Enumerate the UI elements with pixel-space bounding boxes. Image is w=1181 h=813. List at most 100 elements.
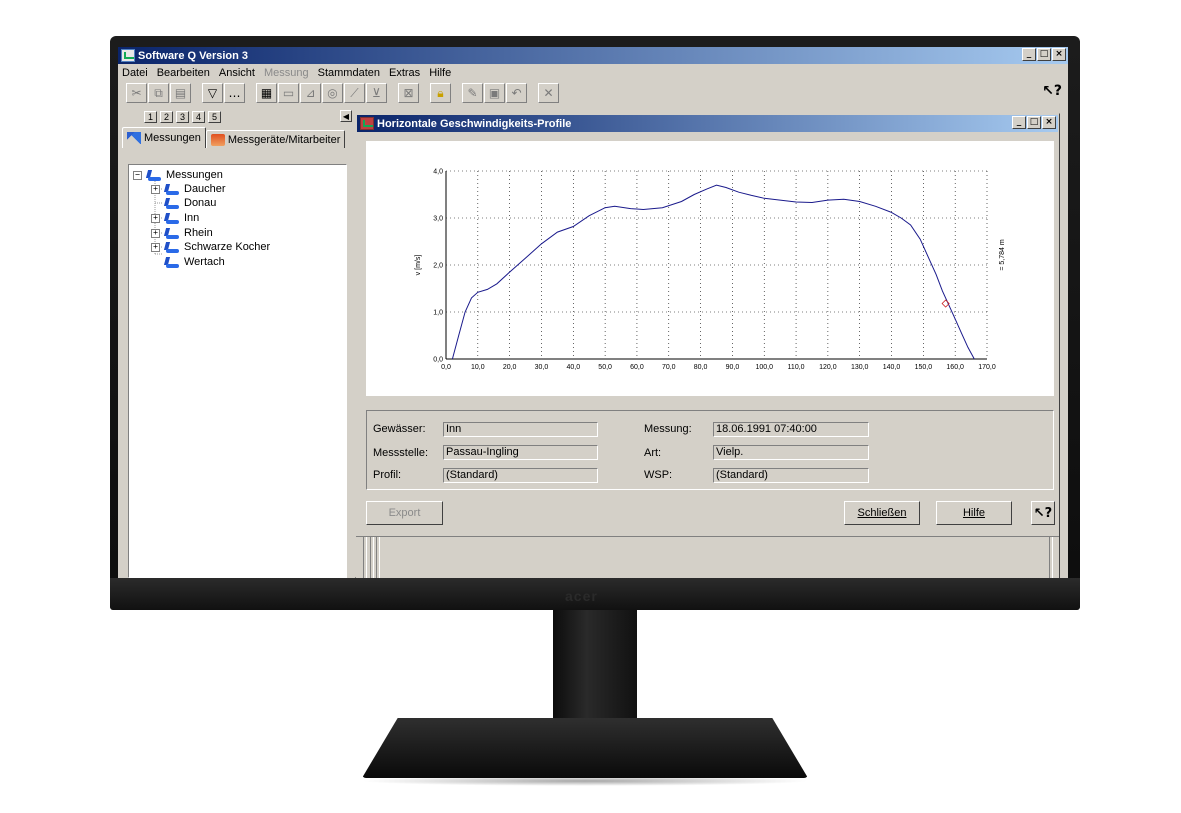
- devices-icon: [210, 133, 225, 146]
- x-tick-label: 150,0: [915, 364, 933, 371]
- graph-icon[interactable]: ⟋: [344, 83, 365, 103]
- menu-datei[interactable]: Datei: [122, 67, 148, 79]
- x-tick-label: 30,0: [535, 364, 549, 371]
- chart-svg: 0,0 10,0 20,0 30,0 40,0 50,0 60,0 70,0 80,0 90,0 1…: [415, 169, 1006, 372]
- width-label: = 5,784 m: [999, 239, 1006, 270]
- x-tick-label: 20,0: [503, 364, 517, 371]
- x-tick-label: 110,0: [788, 364, 805, 371]
- x-tick-label: 40,0: [566, 364, 580, 371]
- x-tick-label: 90,0: [726, 364, 740, 371]
- x-tick-label: 60,0: [630, 364, 644, 371]
- tab-messungen[interactable]: Messungen: [122, 127, 206, 148]
- collapse-icon[interactable]: −: [133, 170, 142, 180]
- more-icon[interactable]: …: [224, 83, 245, 103]
- edit-icon[interactable]: ✎: [462, 83, 483, 103]
- tree-root[interactable]: − Messungen: [133, 168, 223, 182]
- filter-icon[interactable]: ▽: [202, 83, 223, 103]
- x-tick-label: 80,0: [694, 364, 708, 371]
- app-titlebar[interactable]: Software Q Version 3 _ □ ×: [118, 47, 1068, 64]
- x-tick-label: 120,0: [819, 364, 837, 371]
- messung-field: 18.06.1991 07:40:00: [713, 422, 869, 437]
- help-button[interactable]: Hilfe: [936, 501, 1012, 525]
- num-tab-5[interactable]: 5: [208, 110, 221, 123]
- profile-window: Horizontale Geschwindigkeits-Profile _ □…: [355, 113, 1060, 578]
- art-label: Art:: [644, 447, 662, 459]
- whats-this-icon[interactable]: ↖?: [1042, 83, 1062, 99]
- save-icon[interactable]: ▣: [484, 83, 505, 103]
- document-icon[interactable]: ▦: [256, 83, 277, 103]
- y-tick-label: 1,0: [433, 310, 443, 317]
- menu-messung[interactable]: Messung: [264, 67, 309, 79]
- child-minimize-button[interactable]: _: [1012, 116, 1026, 129]
- river-icon: [164, 197, 180, 209]
- expand-icon[interactable]: +: [151, 228, 160, 238]
- copy-icon[interactable]: ⧉: [148, 83, 169, 103]
- app-window-buttons: _ □ ×: [1022, 48, 1066, 61]
- x-tick-label: 130,0: [851, 364, 869, 371]
- tree-item-inn[interactable]: + Inn: [151, 211, 199, 225]
- child-maximize-button[interactable]: □: [1027, 116, 1041, 129]
- y-tick-label: 3,0: [433, 216, 443, 223]
- gewaesser-field: Inn: [443, 422, 598, 437]
- expand-icon[interactable]: +: [151, 184, 160, 194]
- river-icon: [164, 183, 180, 195]
- x-tick-label: 0,0: [441, 364, 451, 371]
- lock-icon[interactable]: 🔒︎: [430, 83, 451, 103]
- scroll-left-icon[interactable]: ◀: [340, 110, 352, 122]
- profile-window-title: Horizontale Geschwindigkeits-Profile: [377, 117, 572, 130]
- menu-hilfe[interactable]: Hilfe: [429, 67, 451, 79]
- measurement-icon: [146, 169, 162, 181]
- close-dialog-button[interactable]: Schließen: [844, 501, 920, 525]
- messung-label: Messung:: [644, 423, 692, 435]
- minimize-button[interactable]: _: [1022, 48, 1036, 61]
- num-tab-1[interactable]: 1: [144, 110, 157, 123]
- gauge-icon[interactable]: ◎: [322, 83, 343, 103]
- paste-icon[interactable]: ▤: [170, 83, 191, 103]
- cut-icon[interactable]: ✂: [126, 83, 147, 103]
- messstelle-label: Messstelle:: [373, 447, 429, 459]
- profil-label: Profil:: [373, 469, 402, 481]
- num-tab-2[interactable]: 2: [160, 110, 173, 123]
- delete-icon[interactable]: ✕: [538, 83, 559, 103]
- measurement-tree: − Messungen + Daucher Donau + Inn + Rhei…: [128, 164, 347, 578]
- screen: Software Q Version 3 _ □ × Datei Bearbei…: [118, 47, 1068, 578]
- num-tab-3[interactable]: 3: [176, 110, 189, 123]
- section-icon[interactable]: ⊻: [366, 83, 387, 103]
- number-tabs: 1 2 3 4 5 ◀: [122, 109, 352, 124]
- river-icon: [164, 241, 180, 253]
- menu-bearbeiten[interactable]: Bearbeiten: [157, 67, 210, 79]
- tree-item-daucher[interactable]: + Daucher: [151, 182, 226, 196]
- export-button[interactable]: Export: [366, 501, 443, 525]
- expand-icon[interactable]: +: [151, 213, 160, 223]
- profile-icon[interactable]: ⊿: [300, 83, 321, 103]
- tree-item-donau[interactable]: Donau: [151, 196, 216, 210]
- x-tick-label: 100,0: [755, 364, 773, 371]
- messstelle-field: Passau-Ingling: [443, 445, 598, 460]
- x-tick-label: 10,0: [471, 364, 485, 371]
- report-icon[interactable]: ⊠: [398, 83, 419, 103]
- child-close-button[interactable]: ×: [1042, 116, 1056, 129]
- velocity-chart: 0,0 10,0 20,0 30,0 40,0 50,0 60,0 70,0 80,0 90,0 1…: [366, 141, 1054, 396]
- whats-this-button[interactable]: ↖?: [1031, 501, 1055, 525]
- menu-stammdaten[interactable]: Stammdaten: [318, 67, 380, 79]
- tree-item-wertach[interactable]: Wertach: [151, 255, 225, 269]
- chart-window-icon: [360, 117, 374, 130]
- x-tick-label: 50,0: [598, 364, 612, 371]
- tree-item-rhein[interactable]: + Rhein: [151, 226, 213, 240]
- profile-window-titlebar[interactable]: Horizontale Geschwindigkeits-Profile _ □…: [357, 115, 1058, 132]
- menu-ansicht[interactable]: Ansicht: [219, 67, 255, 79]
- river-icon: [164, 227, 180, 239]
- menubar: Datei Bearbeiten Ansicht Messung Stammda…: [118, 64, 1068, 81]
- x-tick-label: 170,0: [978, 364, 996, 371]
- tab-messgeraete[interactable]: Messgeräte/Mitarbeiter: [205, 130, 346, 148]
- num-tab-4[interactable]: 4: [192, 110, 205, 123]
- profil-field: (Standard): [443, 468, 598, 483]
- x-tick-label: 70,0: [662, 364, 676, 371]
- expand-icon[interactable]: +: [151, 242, 160, 252]
- form-icon[interactable]: ▭: [278, 83, 299, 103]
- maximize-button[interactable]: □: [1037, 48, 1051, 61]
- tree-item-schwarze-kocher[interactable]: + Schwarze Kocher: [151, 240, 270, 254]
- menu-extras[interactable]: Extras: [389, 67, 420, 79]
- undo-icon[interactable]: ↶: [506, 83, 527, 103]
- close-button[interactable]: ×: [1052, 48, 1066, 61]
